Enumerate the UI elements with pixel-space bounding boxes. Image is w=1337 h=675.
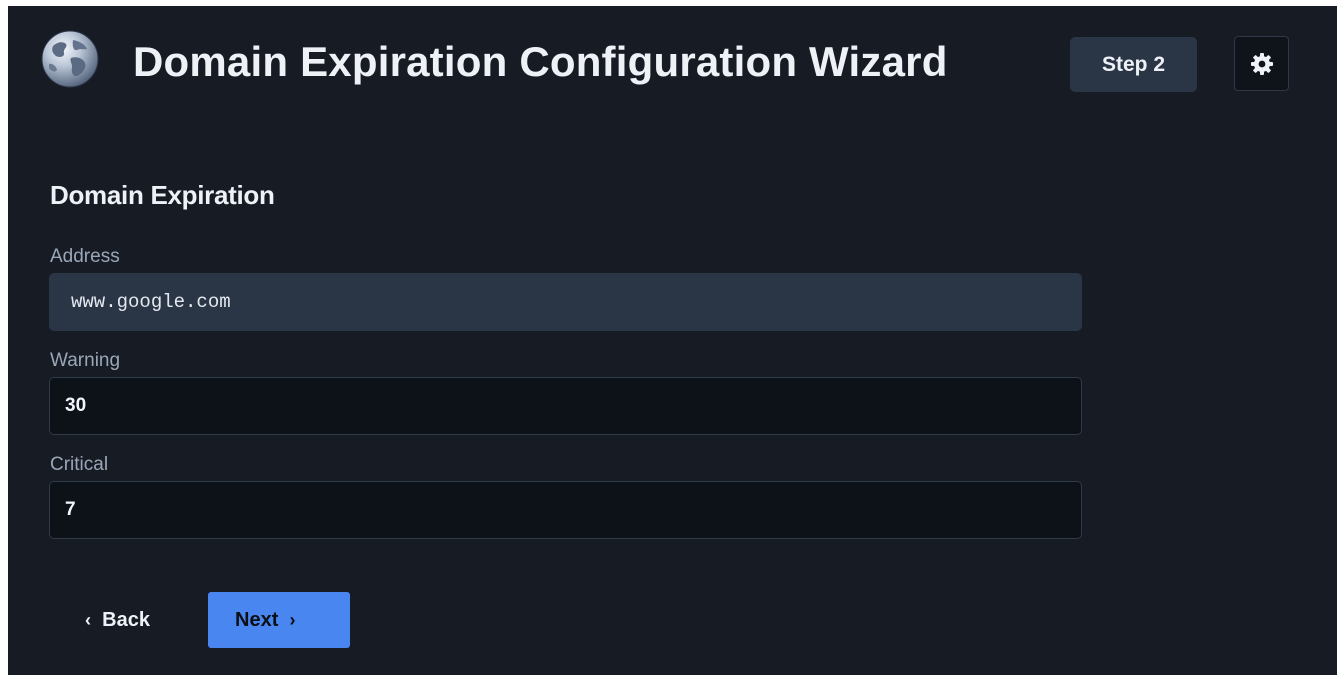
- critical-label: Critical: [50, 454, 109, 475]
- warning-label: Warning: [50, 350, 121, 371]
- address-field[interactable]: [49, 273, 1082, 331]
- next-button[interactable]: Next ›: [208, 592, 350, 648]
- section-title: Domain Expiration: [50, 180, 275, 210]
- wizard-header: Domain Expiration Configuration Wizard S…: [8, 6, 1337, 122]
- next-button-label: Next: [235, 609, 279, 631]
- chevron-left-icon: ‹: [85, 610, 91, 630]
- settings-button[interactable]: [1234, 36, 1289, 91]
- critical-field[interactable]: [49, 481, 1082, 539]
- step-badge: Step 2: [1070, 37, 1197, 92]
- gear-icon: [1251, 53, 1273, 75]
- address-label: Address: [50, 246, 120, 267]
- page-title: Domain Expiration Configuration Wizard: [133, 38, 948, 85]
- warning-field[interactable]: [49, 377, 1082, 435]
- chevron-right-icon: ›: [289, 610, 296, 630]
- wizard-window: Domain Expiration Configuration Wizard S…: [8, 6, 1337, 675]
- back-button-label: Back: [102, 609, 150, 631]
- globe-icon: [41, 30, 99, 88]
- back-button[interactable]: ‹ Back: [70, 592, 190, 648]
